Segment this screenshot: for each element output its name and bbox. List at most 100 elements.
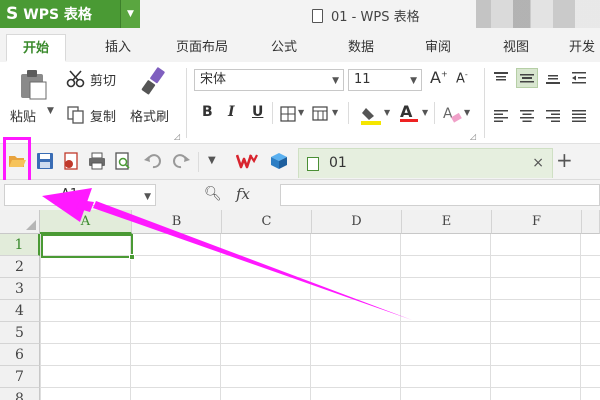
column-header[interactable] (582, 210, 600, 234)
align-right-icon[interactable] (546, 110, 560, 122)
formula-input[interactable] (280, 184, 600, 206)
font-name-value: 宋体 (200, 72, 227, 87)
tab-data[interactable]: 数据 (335, 34, 387, 62)
paste-button[interactable]: 粘贴 (10, 106, 36, 125)
font-size-select[interactable]: 11 ▼ (348, 69, 422, 91)
shrink-font-button[interactable]: A- (456, 70, 468, 86)
row-header[interactable]: 1 (0, 234, 40, 256)
separator (186, 68, 187, 138)
cell-area[interactable] (40, 234, 600, 400)
align-bottom-icon[interactable] (546, 72, 560, 84)
copy-icon (67, 106, 84, 124)
justify-icon[interactable] (572, 110, 586, 122)
column-header[interactable]: D (312, 210, 402, 234)
print-icon[interactable] (88, 152, 106, 170)
select-all-icon (26, 220, 36, 230)
column-header[interactable]: F (492, 210, 582, 234)
row-header[interactable]: 8 (0, 388, 40, 400)
bold-button[interactable]: B (202, 104, 213, 120)
tab-page-layout[interactable]: 页面布局 (164, 34, 240, 62)
app-name: WPS 表格 (23, 7, 92, 23)
merge-cells-icon[interactable] (312, 106, 330, 122)
italic-button[interactable]: I (228, 104, 235, 120)
insert-function-button[interactable]: fx (236, 185, 250, 203)
title-bar: S WPS 表格 ▼ 01 - WPS 表格 (0, 0, 600, 30)
new-tab-button[interactable]: + (556, 150, 573, 170)
separator (348, 102, 349, 124)
redo-icon[interactable] (172, 152, 190, 170)
row-header[interactable]: 4 (0, 300, 40, 322)
document-icon (312, 8, 323, 23)
paste-dropdown-icon[interactable]: ▼ (47, 106, 54, 116)
menu-tabs: 开始 插入 页面布局 公式 数据 审阅 视图 开发 (0, 30, 600, 62)
fill-color-dropdown-icon[interactable]: ▼ (384, 108, 390, 117)
row-header[interactable]: 6 (0, 344, 40, 366)
svg-text:A: A (443, 106, 453, 122)
cut-button[interactable]: 剪切 (90, 70, 116, 89)
underline-button[interactable]: U (252, 104, 263, 120)
print-preview-icon[interactable] (114, 152, 132, 170)
clear-format-icon[interactable]: A (442, 104, 462, 124)
tab-home[interactable]: 开始 (6, 34, 66, 62)
wps-office-icon[interactable] (236, 152, 258, 170)
clipboard-dialog-launcher[interactable]: ◿ (174, 132, 180, 141)
column-header[interactable]: B (132, 210, 222, 234)
grow-font-label: A (430, 68, 441, 87)
separator (434, 102, 435, 124)
export-pdf-icon[interactable] (62, 152, 80, 170)
fill-handle[interactable] (129, 254, 135, 260)
decrease-indent-icon[interactable] (572, 72, 586, 84)
tab-formulas[interactable]: 公式 (258, 34, 310, 62)
name-box-value: A1 (61, 187, 79, 202)
row-header[interactable]: 7 (0, 366, 40, 388)
borders-dropdown-icon[interactable]: ▼ (298, 108, 304, 117)
document-tab[interactable]: 01 × (298, 148, 553, 178)
fill-color-icon[interactable] (360, 104, 382, 126)
tab-insert[interactable]: 插入 (92, 34, 144, 62)
quick-access-toolbar: ▼ 01 × + (0, 144, 600, 180)
wps-menu-dropdown[interactable]: ▼ (120, 0, 140, 28)
merge-dropdown-icon[interactable]: ▼ (332, 108, 338, 117)
font-color-button[interactable]: A (400, 102, 418, 122)
chevron-down-icon: ▼ (332, 76, 339, 86)
clear-format-dropdown-icon[interactable]: ▼ (464, 108, 470, 117)
format-painter-icon (141, 67, 165, 95)
wps-menu-button[interactable]: S WPS 表格 (0, 0, 120, 28)
search-icon[interactable]: 🔍︎ (204, 186, 222, 202)
select-all-corner[interactable] (0, 210, 40, 234)
save-icon[interactable] (36, 152, 54, 170)
window-title: 01 - WPS 表格 (312, 6, 420, 25)
name-box[interactable]: A1 ▼ (4, 184, 156, 206)
customize-dropdown-icon[interactable]: ▼ (208, 155, 216, 166)
format-painter-button[interactable]: 格式刷 (130, 106, 169, 125)
chevron-down-icon: ▼ (144, 192, 151, 202)
shrink-font-label: A (456, 71, 465, 87)
font-name-select[interactable]: 宋体 ▼ (194, 69, 344, 91)
tab-developer[interactable]: 开发 (562, 34, 600, 62)
row-header[interactable]: 3 (0, 278, 40, 300)
align-center-icon[interactable] (520, 110, 534, 122)
tab-review[interactable]: 审阅 (412, 34, 464, 62)
window-title-text: 01 - WPS 表格 (331, 10, 420, 25)
column-header[interactable]: E (402, 210, 492, 234)
tab-view[interactable]: 视图 (490, 34, 542, 62)
scissors-icon (66, 70, 85, 88)
borders-icon[interactable] (280, 106, 296, 122)
font-dialog-launcher[interactable]: ◿ (470, 132, 476, 141)
column-header[interactable]: A (40, 210, 132, 234)
close-tab-icon[interactable]: × (532, 155, 544, 171)
grow-font-button[interactable]: A+ (430, 68, 448, 87)
column-header[interactable]: C (222, 210, 312, 234)
undo-icon[interactable] (144, 152, 162, 170)
align-top-icon[interactable] (494, 72, 508, 84)
font-size-value: 11 (354, 72, 371, 87)
active-cell[interactable] (41, 234, 135, 260)
align-left-icon[interactable] (494, 110, 508, 122)
row-header[interactable]: 5 (0, 322, 40, 344)
copy-button[interactable]: 复制 (90, 106, 116, 125)
row-header[interactable]: 2 (0, 256, 40, 278)
font-color-dropdown-icon[interactable]: ▼ (422, 108, 428, 117)
separator (272, 102, 273, 124)
paste-icon[interactable] (18, 68, 48, 100)
cloud-cube-icon[interactable] (270, 152, 288, 170)
